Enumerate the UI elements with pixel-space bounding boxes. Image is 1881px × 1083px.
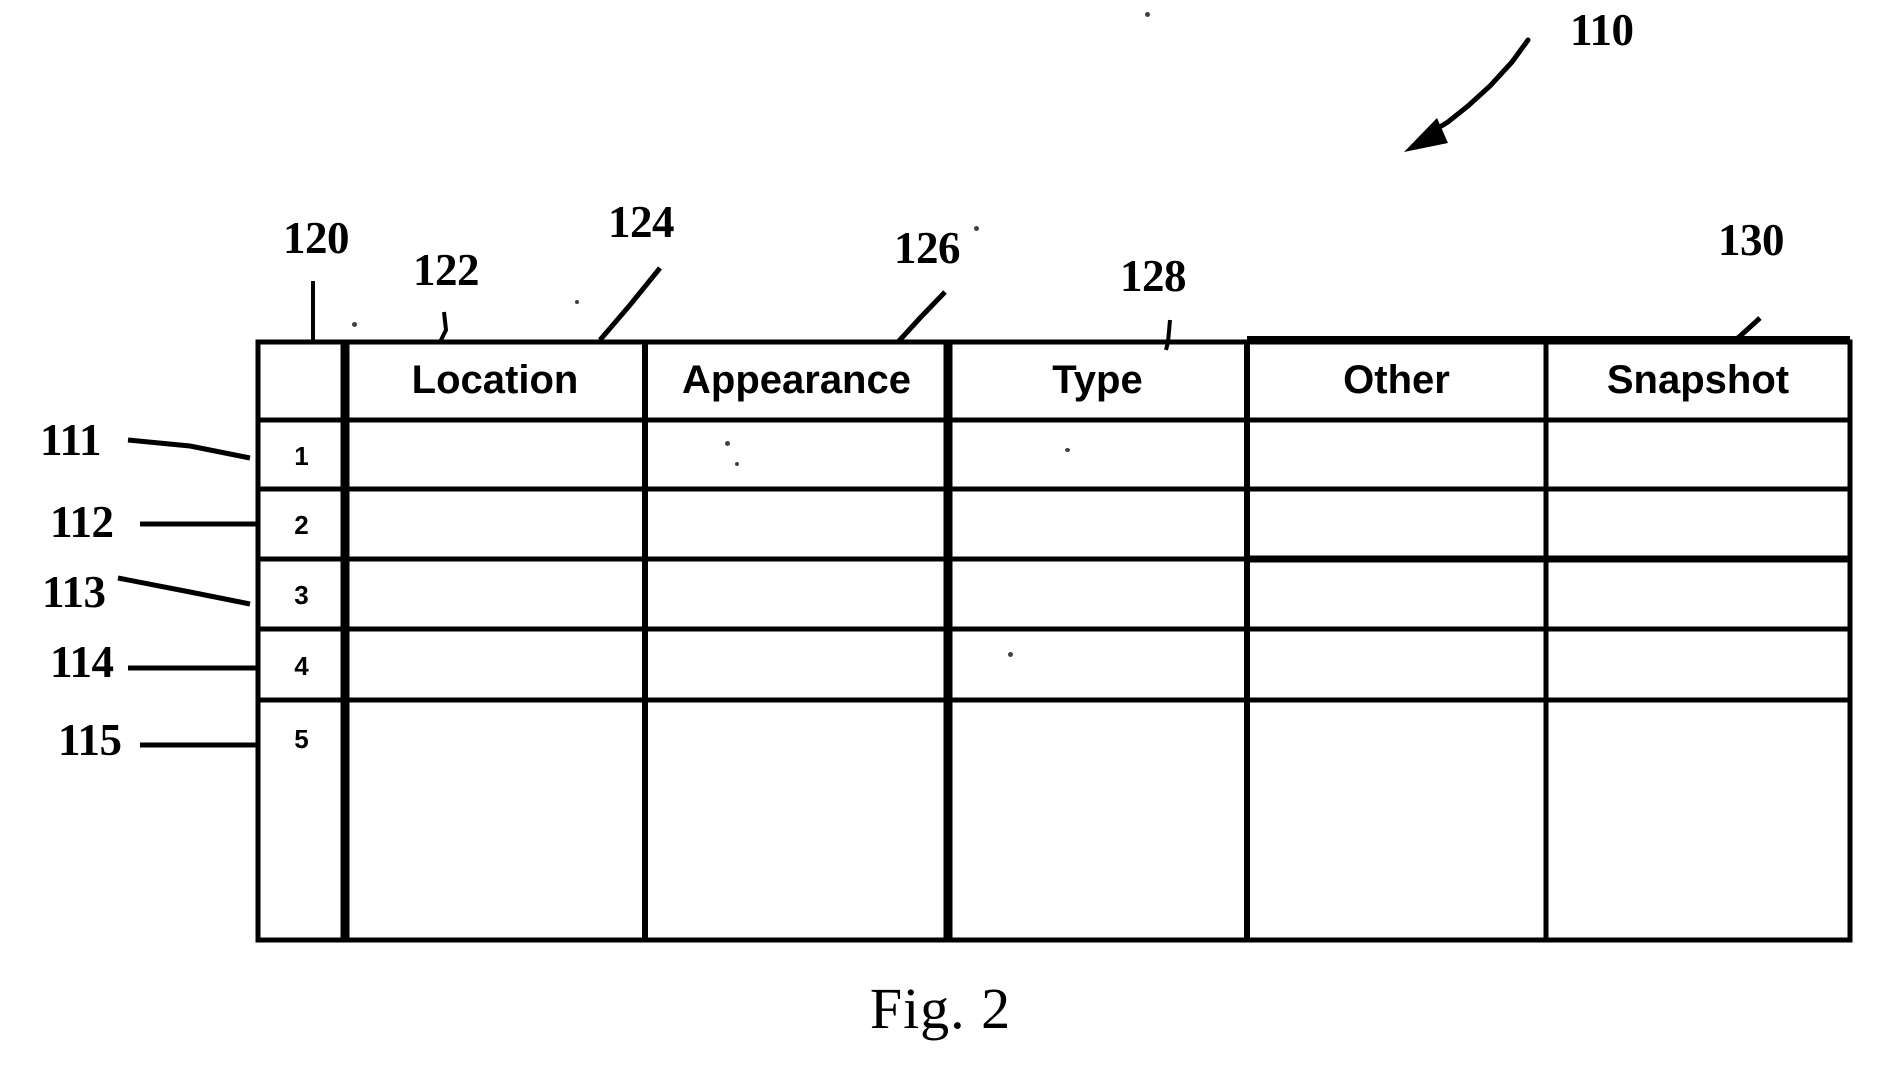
ref-numeral-112: 112 <box>50 497 114 547</box>
table-cell[interactable] <box>345 420 645 489</box>
leader-line-122 <box>438 311 449 343</box>
table-cell[interactable] <box>1247 489 1546 559</box>
table-cell[interactable] <box>948 420 1247 489</box>
ref-numeral-115: 115 <box>58 715 122 765</box>
leader-line-113 <box>117 575 251 607</box>
row-number-3: 3 <box>294 580 309 610</box>
table-cell[interactable] <box>948 700 1247 940</box>
table-cell[interactable] <box>645 559 948 629</box>
row-number-4: 4 <box>294 651 309 681</box>
table-cell[interactable] <box>345 700 645 940</box>
table-cell[interactable] <box>1546 559 1850 629</box>
row-number-1: 1 <box>294 441 309 471</box>
scan-speckle <box>352 322 357 327</box>
row-number-5: 5 <box>294 724 309 754</box>
table-cell[interactable] <box>345 489 645 559</box>
table-cell[interactable] <box>645 489 948 559</box>
ref-numeral-113: 113 <box>42 567 106 617</box>
table-cell[interactable] <box>1247 559 1546 629</box>
table-cell[interactable] <box>1546 629 1850 700</box>
scan-speckle <box>1065 448 1070 452</box>
column-header-type: Type <box>1052 358 1143 402</box>
table-cell[interactable] <box>645 700 948 940</box>
table-cell[interactable] <box>345 629 645 700</box>
leader-line-111 <box>127 437 251 461</box>
table-cell[interactable] <box>345 559 645 629</box>
table-cell[interactable] <box>1546 700 1850 940</box>
ref-numeral-126: 126 <box>894 223 961 273</box>
column-header-other: Other <box>1343 358 1450 402</box>
callout-110 <box>1404 37 1531 152</box>
table-cell[interactable] <box>948 629 1247 700</box>
leader-line-124 <box>598 266 662 342</box>
table-cell[interactable] <box>1546 420 1850 489</box>
ref-numeral-130: 130 <box>1718 215 1785 265</box>
column-header-appearance: Appearance <box>682 358 911 402</box>
ref-numeral-120: 120 <box>283 213 350 263</box>
patent-figure: 110 120 122 124 126 128 130 111 112 113 … <box>0 0 1881 1083</box>
table-cell[interactable] <box>645 629 948 700</box>
ref-numeral-110: 110 <box>1570 5 1634 55</box>
row-number-2: 2 <box>294 510 309 540</box>
scan-speckle <box>575 300 579 304</box>
table-cell[interactable] <box>1247 629 1546 700</box>
table-cell[interactable] <box>948 489 1247 559</box>
table-cell[interactable] <box>1247 700 1546 940</box>
scan-speckle <box>725 441 730 446</box>
ref-numeral-124: 124 <box>608 197 675 247</box>
table-cell[interactable] <box>1546 489 1850 559</box>
scan-speckle <box>974 226 979 231</box>
column-header-snapshot: Snapshot <box>1606 358 1790 402</box>
ref-numeral-114: 114 <box>50 637 114 687</box>
scan-speckle <box>1008 652 1013 657</box>
table-cell[interactable] <box>1247 420 1546 489</box>
table-cell[interactable] <box>948 559 1247 629</box>
figure-caption: Fig. 2 <box>869 976 1012 1041</box>
scan-speckle <box>1145 12 1150 17</box>
ref-numeral-128: 128 <box>1120 251 1187 301</box>
scan-speckle <box>735 462 739 466</box>
leader-line-128 <box>1164 319 1172 351</box>
ref-numeral-111: 111 <box>40 415 102 465</box>
table-cell[interactable] <box>645 420 948 489</box>
leader-line-126 <box>896 290 947 344</box>
ref-numeral-122: 122 <box>413 245 480 295</box>
column-header-location: Location <box>411 358 579 402</box>
